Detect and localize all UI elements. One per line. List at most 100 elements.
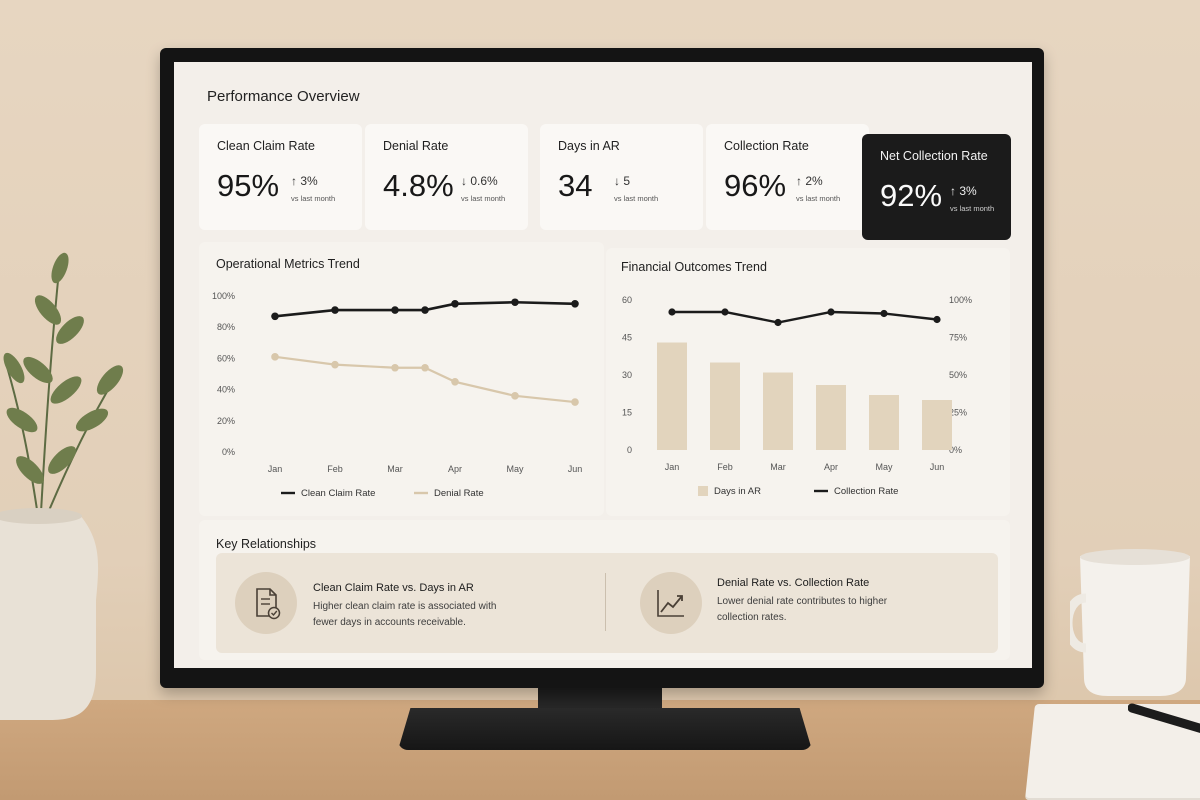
relationship-title: Clean Claim Rate vs. Days in AR (313, 582, 474, 594)
dashboard-screen: Performance Overview Clean Claim Rate 95… (174, 62, 1032, 668)
y-tick-label: 40% (217, 385, 235, 395)
relationship-title: Denial Rate vs. Collection Rate (717, 577, 870, 589)
x-tick-label: Mar (770, 462, 786, 472)
y2-tick-label: 50% (949, 370, 967, 380)
kpi-value: 34 (558, 168, 593, 203)
kpi-delta: ↓ 5 (614, 174, 631, 188)
bar (816, 385, 846, 450)
kpi-label: Clean Claim Rate (217, 139, 315, 153)
data-point (721, 308, 729, 316)
y-tick-label: 60% (217, 353, 235, 363)
arrow-down-icon: ↓ (461, 174, 467, 188)
x-tick-label: Feb (327, 464, 343, 474)
operational-metrics-chart[interactable]: 0% 20% 40% 60% 80% 100% Jan Feb Mar Apr May Jun Clea… (199, 242, 604, 516)
data-point (880, 309, 888, 318)
data-point (271, 312, 279, 321)
operational-metrics-panel: Operational Metrics Trend 0% 20% 40% 60% 80%… (199, 242, 604, 516)
data-point (511, 392, 519, 400)
potted-plant (0, 252, 124, 720)
legend-label: Clean Claim Rate (301, 488, 375, 499)
data-point (421, 363, 429, 372)
kpi-comparison: vs last month (950, 204, 995, 213)
kpi-card-days-in-ar[interactable]: Days in AR 34 ↓ 5 vs last month (540, 124, 703, 230)
y-tick-label: 100% (212, 291, 235, 301)
y-tick-label: 15 (622, 408, 632, 418)
data-point (451, 378, 459, 386)
data-point (774, 318, 782, 327)
bar (869, 395, 899, 450)
legend-label: Days in AR (714, 486, 761, 497)
x-tick-label: Apr (448, 464, 462, 474)
kpi-delta: ↑ 3% (950, 184, 977, 198)
trend-up-icon (640, 572, 702, 634)
relationship-description: Higher clean claim rate is associated wi… (313, 601, 497, 628)
data-point (451, 300, 459, 308)
x-tick-label: May (506, 464, 524, 474)
kpi-card-clean-claim-rate[interactable]: Clean Claim Rate 95% ↑ 3% vs last month (199, 124, 362, 230)
y-tick-label: 45 (622, 333, 632, 343)
kpi-label: Collection Rate (724, 139, 809, 153)
y2-tick-label: 75% (949, 333, 967, 343)
y-tick-label: 80% (217, 322, 235, 332)
x-tick-label: May (875, 462, 893, 472)
kpi-card-net-collection-rate[interactable]: Net Collection Rate 92% ↑ 3% vs last mon… (862, 134, 1011, 240)
document-check-icon (235, 572, 297, 634)
legend-label: Collection Rate (834, 486, 898, 497)
kpi-card-collection-rate[interactable]: Collection Rate 96% ↑ 2% vs last month (706, 124, 869, 230)
data-point (571, 398, 579, 406)
data-point (827, 308, 835, 316)
data-point (668, 308, 676, 316)
bar (763, 372, 793, 450)
y-tick-label: 60 (622, 295, 632, 305)
kpi-comparison: vs last month (796, 194, 841, 203)
x-tick-label: Feb (717, 462, 733, 472)
kpi-value: 4.8% (383, 168, 454, 203)
monitor-stand-base (398, 708, 812, 750)
coffee-mug (1070, 549, 1190, 696)
kpi-value: 95% (217, 168, 280, 203)
y-tick-label: 0% (222, 447, 235, 457)
arrow-down-icon: ↓ (614, 174, 620, 188)
relationships-box: Clean Claim Rate vs. Days in AR Higher c… (216, 553, 998, 653)
data-point (391, 363, 399, 372)
bar (922, 400, 952, 450)
kpi-label: Net Collection Rate (880, 149, 988, 163)
bar (657, 342, 687, 450)
x-tick-label: Mar (387, 464, 403, 474)
kpi-delta: ↑ 3% (291, 174, 318, 188)
financial-outcomes-panel: Financial Outcomes Trend 0 15 30 45 60 0% 25% 5… (606, 248, 1010, 516)
y-tick-label: 30 (622, 370, 632, 380)
kpi-comparison: vs last month (461, 194, 506, 203)
kpi-label: Days in AR (558, 139, 620, 153)
kpi-value: 96% (724, 168, 787, 203)
y-tick-label: 0 (627, 445, 632, 455)
kpi-card-denial-rate[interactable]: Denial Rate 4.8% ↓ 0.6% vs last month (365, 124, 528, 230)
data-point (933, 315, 941, 324)
kpi-delta: ↓ 0.6% (461, 174, 498, 188)
divider (605, 573, 606, 631)
data-point (331, 306, 339, 314)
x-tick-label: Jan (268, 464, 283, 474)
series-line (672, 310, 938, 324)
data-point (331, 360, 339, 369)
data-point (421, 306, 429, 314)
data-point (571, 300, 579, 308)
relationship-description: Lower denial rate contributes to higher … (717, 596, 888, 623)
bar (710, 362, 740, 450)
data-point (511, 298, 519, 307)
arrow-up-icon: ↑ (950, 184, 956, 198)
y-tick-label: 20% (217, 416, 235, 426)
section-title: Key Relationships (216, 537, 317, 551)
kpi-comparison: vs last month (614, 194, 659, 203)
kpi-value: 92% (880, 178, 943, 213)
pen (1128, 703, 1200, 733)
x-tick-label: Apr (824, 462, 838, 472)
data-point (271, 353, 279, 361)
kpi-comparison: vs last month (291, 194, 336, 203)
y2-tick-label: 100% (949, 295, 972, 305)
x-tick-label: Jun (930, 462, 945, 472)
arrow-up-icon: ↑ (291, 174, 297, 188)
financial-outcomes-chart[interactable]: 0153045600%25%50%75%100%Jan Feb Mar Apr May J… (606, 248, 1010, 516)
data-point (391, 306, 399, 314)
series-line (274, 355, 576, 404)
